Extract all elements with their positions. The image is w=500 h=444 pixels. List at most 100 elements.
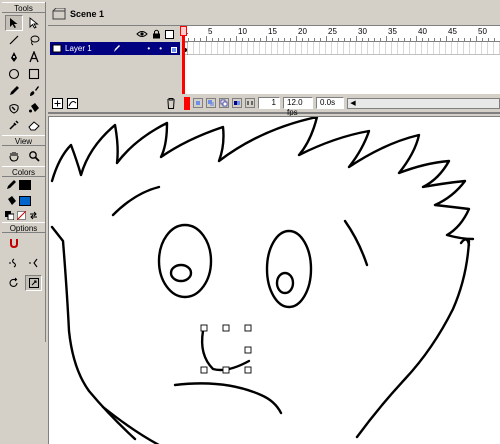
ruler-tick: [308, 38, 309, 41]
scroll-left-arrow-icon[interactable]: ◀: [348, 99, 358, 108]
stroke-color-swatch[interactable]: [19, 180, 31, 190]
brush-tool[interactable]: [25, 83, 43, 99]
oval-tool[interactable]: [5, 66, 23, 82]
smooth-button[interactable]: [5, 255, 22, 271]
modify-onion-markers-icon[interactable]: [245, 98, 255, 108]
left-eye: [157, 223, 213, 299]
scene-name[interactable]: Scene 1: [70, 9, 104, 19]
edit-multiple-frames-icon[interactable]: [232, 98, 242, 108]
ruler-label: 15: [268, 27, 277, 36]
ruler-tick: [416, 36, 417, 41]
lock-icon[interactable]: [152, 29, 161, 39]
ruler-tick: [488, 38, 489, 41]
ruler-label: 35: [388, 27, 397, 36]
ruler-tick: [206, 36, 207, 41]
pencil-tool[interactable]: [5, 83, 23, 99]
subselect-icon: [29, 17, 39, 29]
playhead-handle[interactable]: [180, 26, 187, 36]
selection-handle[interactable]: [200, 324, 208, 332]
text-tool[interactable]: [25, 49, 43, 65]
ruler-tick: [320, 38, 321, 41]
snap-to-objects-button[interactable]: [5, 235, 23, 251]
subselect-tool[interactable]: [25, 15, 43, 31]
lasso-tool[interactable]: [25, 32, 43, 48]
arrow-tool[interactable]: [5, 15, 23, 31]
scale-button[interactable]: [25, 275, 42, 291]
selection-handle[interactable]: [222, 366, 230, 374]
stage-area[interactable]: [48, 116, 500, 444]
rectangle-tool[interactable]: [25, 66, 43, 82]
smooth-straighten-row: [2, 253, 45, 273]
ruler-tick: [380, 38, 381, 41]
selection-handle[interactable]: [244, 324, 252, 332]
ruler-tick: [194, 38, 195, 41]
smooth-icon: [8, 258, 16, 268]
ink-bottle-tool[interactable]: [5, 100, 23, 116]
view-section-title: View: [2, 135, 45, 146]
layer-lock-dot[interactable]: •: [159, 44, 162, 53]
brush-icon: [30, 86, 39, 96]
frames-area[interactable]: [182, 42, 500, 94]
show-hide-eye-icon[interactable]: [136, 30, 148, 38]
ruler-tick: [326, 36, 327, 41]
straighten-button[interactable]: [25, 255, 42, 271]
add-layer-icon[interactable]: [52, 97, 63, 109]
right-ear-stroke: [459, 238, 471, 247]
paint-bucket-tool[interactable]: [25, 100, 43, 116]
line-icon: [9, 35, 19, 45]
outline-square-icon[interactable]: [165, 29, 174, 39]
default-colors-icon[interactable]: [5, 211, 14, 220]
eraser-tool[interactable]: [25, 117, 43, 133]
center-frame-icon[interactable]: [193, 98, 203, 108]
no-color-icon[interactable]: [17, 211, 26, 220]
pen-icon: [11, 52, 17, 62]
color-option-buttons: [2, 209, 45, 222]
trash-icon[interactable]: [166, 97, 176, 109]
ruler-tick: [350, 38, 351, 41]
add-guide-layer-icon[interactable]: [67, 97, 78, 109]
fill-color-swatch[interactable]: [19, 196, 31, 206]
selection-handle[interactable]: [244, 366, 252, 374]
selection-handle[interactable]: [222, 324, 230, 332]
eyedropper-icon: [9, 120, 19, 130]
rotate-scale-row: [2, 273, 45, 293]
ruler-tick: [368, 38, 369, 41]
layer-frames-row[interactable]: [182, 42, 500, 55]
layer-header: [48, 26, 180, 42]
ruler-tick: [278, 38, 279, 41]
eraser-icon: [28, 121, 40, 131]
tools-panel: Tools View Colors Options: [2, 2, 46, 342]
ruler-tick: [236, 36, 237, 41]
frame-ruler[interactable]: 15101520253035404550: [182, 26, 500, 42]
zoom-tool[interactable]: [25, 148, 43, 164]
layer-visibility-dot[interactable]: •: [147, 44, 150, 53]
ruler-tick: [230, 38, 231, 41]
selection-handle[interactable]: [244, 346, 252, 354]
hand-tool[interactable]: [5, 148, 23, 164]
ruler-tick: [398, 38, 399, 41]
options-section-title: Options: [2, 222, 45, 233]
ruler-tick: [296, 36, 297, 41]
tools-panel-title: Tools: [2, 2, 45, 13]
stage-canvas[interactable]: [49, 117, 500, 444]
ruler-tick: [386, 36, 387, 41]
onion-outlines-icon[interactable]: [219, 98, 229, 108]
onion-skin-icon[interactable]: [206, 98, 216, 108]
eyedropper-tool[interactable]: [5, 117, 23, 133]
layer-row[interactable]: Layer 1 • •: [50, 42, 180, 55]
ruler-tick: [188, 38, 189, 41]
ruler-tick: [404, 38, 405, 41]
layer-outline-square[interactable]: [171, 47, 177, 53]
ruler-tick: [284, 38, 285, 41]
tool-grid: [2, 13, 45, 135]
ruler-label: 50: [478, 27, 487, 36]
line-tool[interactable]: [5, 32, 23, 48]
selection-handle[interactable]: [200, 366, 208, 374]
hair-stroke: [50, 117, 475, 241]
timeline-horizontal-scrollbar[interactable]: ◀: [347, 97, 500, 109]
ruler-tick: [482, 38, 483, 41]
left-face-outline: [50, 225, 137, 441]
swap-colors-icon[interactable]: [29, 211, 38, 220]
rotate-button[interactable]: [5, 275, 22, 291]
pen-tool[interactable]: [5, 49, 23, 65]
